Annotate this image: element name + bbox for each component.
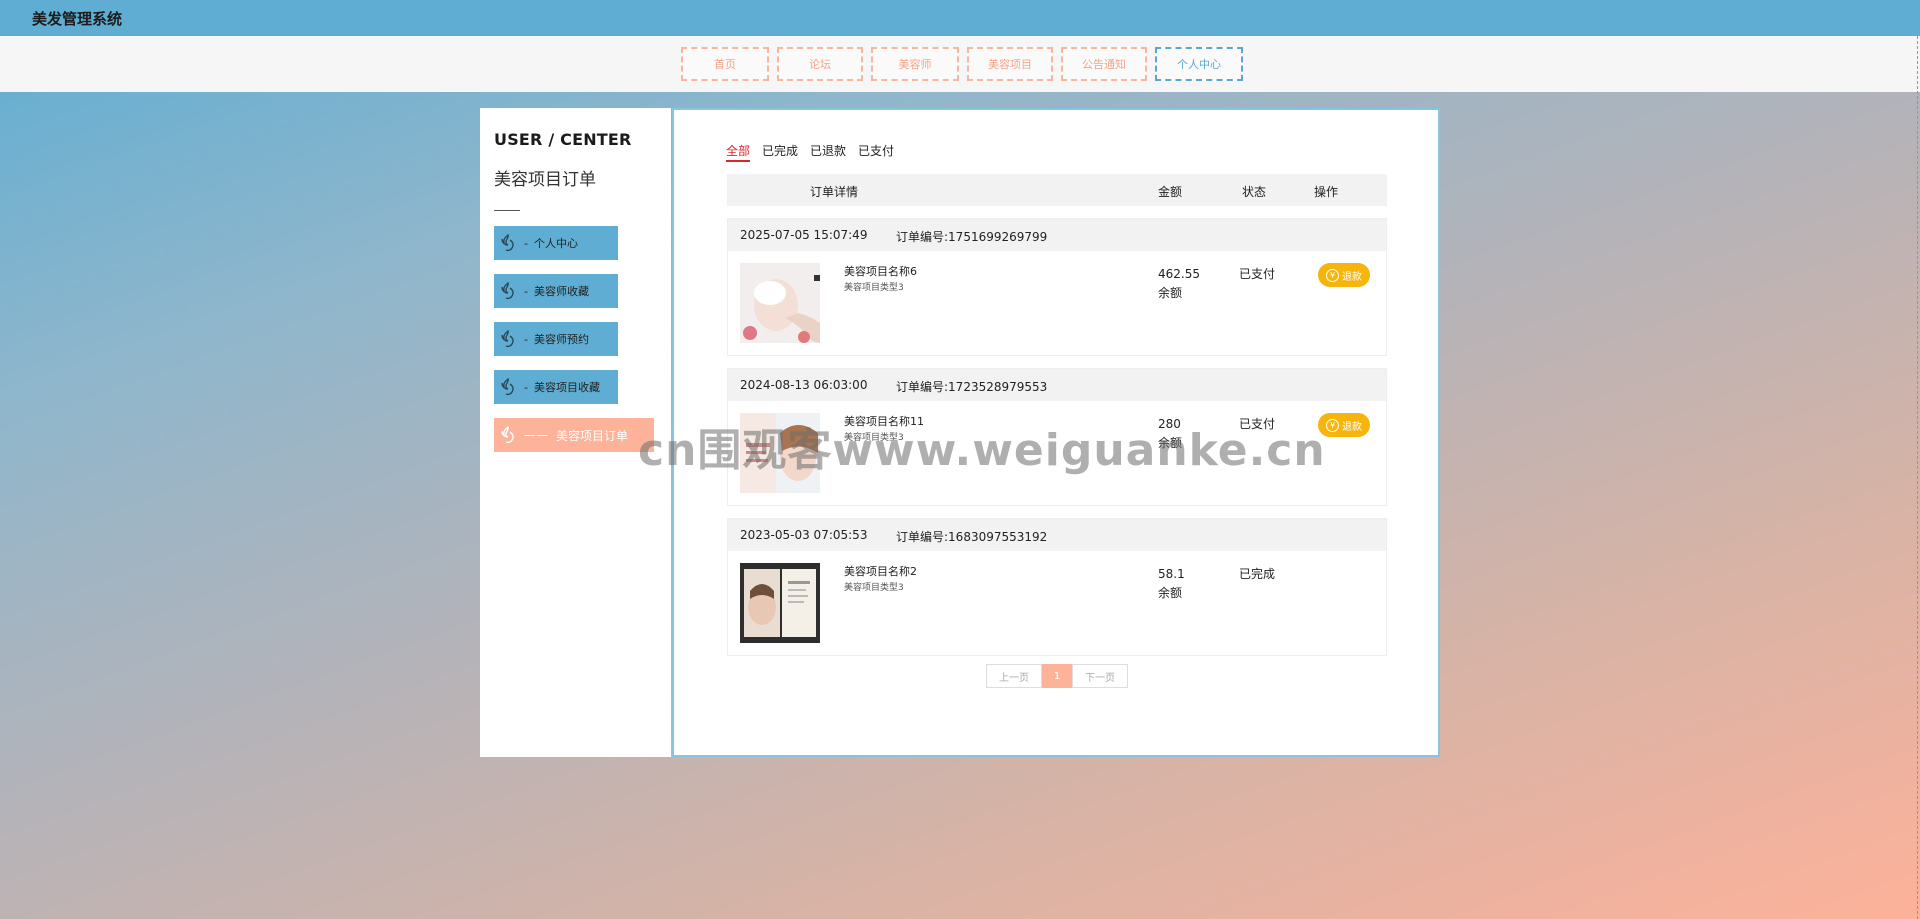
amount-value: 462.55 — [1158, 267, 1200, 281]
tab-completed[interactable]: 已完成 — [762, 142, 798, 162]
nav-item-forum[interactable]: 论坛 — [777, 47, 863, 81]
sidebar-item-label: 美容项目订单 — [556, 428, 629, 443]
next-page-button[interactable]: 下一页 — [1072, 664, 1128, 688]
main-nav: 首页 论坛 美容师 美容项目 公告通知 个人中心 — [0, 36, 1920, 92]
pay-method: 余额 — [1158, 586, 1183, 600]
order-card: 2023-05-03 07:05:53 订单编号:1683097553192 美… — [727, 518, 1387, 656]
app-title: 美发管理系统 — [32, 10, 123, 28]
flame-icon — [501, 233, 514, 252]
order-status: 已完成 — [1239, 567, 1276, 581]
refund-label: 退款 — [1342, 271, 1362, 283]
sidebar-item-beautician-favorites[interactable]: - 美容师收藏 — [494, 274, 618, 308]
tab-paid[interactable]: 已支付 — [858, 142, 894, 162]
table-header: 订单详情 金额 状态 操作 — [727, 174, 1387, 206]
order-time: 2023-05-03 07:05:53 — [740, 528, 868, 542]
nav-item-beautician[interactable]: 美容师 — [871, 47, 959, 81]
sidebar-item-prefix: - — [524, 236, 528, 250]
sidebar-item-prefix: - — [524, 332, 528, 346]
order-number: 订单编号:1723528979553 — [896, 380, 1048, 394]
page-number-current[interactable]: 1 — [1042, 664, 1072, 688]
nav-item-home[interactable]: 首页 — [681, 47, 769, 81]
item-type: 美容项目类型3 — [844, 283, 904, 293]
order-time: 2025-07-05 15:07:49 — [740, 228, 868, 242]
sidebar-item-project-favorites[interactable]: - 美容项目收藏 — [494, 370, 618, 404]
flame-icon — [501, 329, 514, 348]
order-card: 2025-07-05 15:07:49 订单编号:1751699269799 美… — [727, 218, 1387, 356]
refund-label: 退款 — [1342, 421, 1362, 433]
pay-method: 余额 — [1158, 286, 1183, 300]
flame-icon — [501, 377, 514, 396]
yen-icon: ¥ — [1326, 418, 1339, 432]
top-bar: 美发管理系统 — [0, 0, 1920, 36]
order-amount: 462.55 余额 — [1158, 265, 1200, 303]
pagination: 上一页 1 下一页 — [986, 664, 1128, 688]
header-status: 状态 — [1242, 185, 1267, 199]
sidebar-item-project-orders[interactable]: —— 美容项目订单 — [494, 418, 654, 452]
nav-items: 首页 论坛 美容师 美容项目 公告通知 个人中心 — [681, 47, 1243, 81]
order-amount: 58.1 余额 — [1158, 565, 1185, 603]
product-image[interactable] — [740, 563, 820, 643]
item-type: 美容项目类型3 — [844, 583, 904, 593]
sidebar-item-label: 美容项目收藏 — [533, 381, 600, 394]
tab-refunded[interactable]: 已退款 — [810, 142, 846, 162]
tab-all[interactable]: 全部 — [726, 142, 751, 162]
sidebar-divider — [494, 210, 520, 211]
nav-item-beauty-project[interactable]: 美容项目 — [967, 47, 1053, 81]
header-detail: 订单详情 — [810, 185, 859, 199]
sidebar-item-beautician-booking[interactable]: - 美容师预约 — [494, 322, 618, 356]
flame-icon — [501, 281, 514, 300]
order-body: 美容项目名称6 美容项目类型3 462.55 余额 已支付 ¥ 退款 — [728, 251, 1386, 355]
sidebar-item-label: 美容师收藏 — [533, 285, 589, 298]
sidebar-item-user-center[interactable]: - 个人中心 — [494, 226, 618, 260]
sidebar-title: 美容项目订单 — [494, 170, 596, 190]
page-edge-divider — [1917, 36, 1918, 919]
sidebar-item-prefix: —— — [524, 428, 548, 442]
sidebar-item-prefix: - — [524, 284, 528, 298]
header-amount: 金额 — [1158, 185, 1183, 199]
yen-icon: ¥ — [1326, 268, 1339, 282]
sidebar-item-label: 个人中心 — [533, 237, 578, 250]
product-image[interactable] — [740, 263, 820, 343]
order-number: 订单编号:1683097553192 — [896, 530, 1048, 544]
item-name: 美容项目名称2 — [844, 565, 917, 578]
order-tabs: 全部 已完成 已退款 已支付 — [726, 142, 894, 162]
order-number: 订单编号:1751699269799 — [896, 230, 1048, 244]
order-status: 已支付 — [1239, 267, 1276, 281]
order-time: 2024-08-13 06:03:00 — [740, 378, 868, 392]
prev-page-button[interactable]: 上一页 — [986, 664, 1042, 688]
amount-value: 58.1 — [1158, 567, 1185, 581]
item-name: 美容项目名称6 — [844, 265, 917, 278]
sidebar-heading: USER / CENTER — [494, 130, 632, 149]
nav-item-notice[interactable]: 公告通知 — [1061, 47, 1147, 81]
order-header: 2024-08-13 06:03:00 订单编号:1723528979553 — [728, 369, 1386, 401]
refund-button[interactable]: ¥ 退款 — [1318, 263, 1370, 287]
order-body: 美容项目名称2 美容项目类型3 58.1 余额 已完成 — [728, 551, 1386, 655]
flame-icon — [501, 425, 514, 444]
sidebar-item-prefix: - — [524, 380, 528, 394]
watermark-text: cn围观客www.weiguanke.cn — [638, 425, 1326, 476]
header-action: 操作 — [1314, 185, 1339, 199]
refund-button[interactable]: ¥ 退款 — [1318, 413, 1370, 437]
order-header: 2025-07-05 15:07:49 订单编号:1751699269799 — [728, 219, 1386, 251]
order-header: 2023-05-03 07:05:53 订单编号:1683097553192 — [728, 519, 1386, 551]
nav-item-user-center[interactable]: 个人中心 — [1155, 47, 1243, 81]
sidebar-item-label: 美容师预约 — [533, 333, 589, 346]
